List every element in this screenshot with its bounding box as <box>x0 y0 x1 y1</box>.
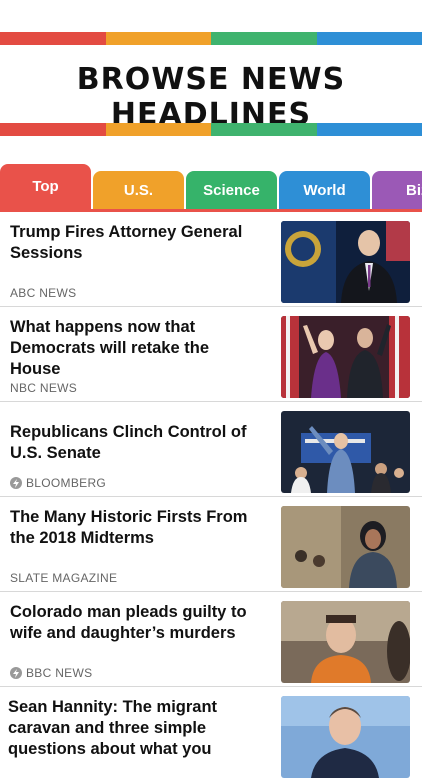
tab-label: Biz <box>406 182 422 199</box>
tab-label: Top <box>32 178 58 195</box>
story-headline: Republicans Clinch Control of U.S. Senat… <box>10 422 260 464</box>
tab-label: World <box>303 182 345 199</box>
story-source: ABC NEWS <box>10 286 76 300</box>
source-name: BBC NEWS <box>26 666 92 680</box>
stripe-orange <box>106 123 212 136</box>
source-name: ABC NEWS <box>10 286 76 300</box>
stripe-green <box>211 32 317 45</box>
story-headline: Sean Hannity: The migrant caravan and th… <box>8 697 258 760</box>
tv-host-photo <box>281 696 410 778</box>
tab-world[interactable]: World <box>279 171 370 209</box>
story-headline: The Many Historic Firsts From the 2018 M… <box>10 507 260 549</box>
politicians-celebrating-photo <box>281 316 410 398</box>
source-name: BLOOMBERG <box>26 476 106 490</box>
story-source: BLOOMBERG <box>10 476 106 490</box>
rally-crowd-photo <box>281 411 410 493</box>
page-title: BROWSE NEWS HEADLINES <box>0 62 422 132</box>
lightning-icon <box>10 667 22 679</box>
story-card[interactable]: The Many Historic Firsts From the 2018 M… <box>0 497 422 592</box>
story-headline: Trump Fires Attorney General Sessions <box>10 222 260 264</box>
courtroom-photo <box>281 601 410 683</box>
tab-us[interactable]: U.S. <box>93 171 184 209</box>
source-name: SLATE MAGAZINE <box>10 571 117 585</box>
stripe-blue <box>317 32 422 45</box>
story-card[interactable]: What happens now that Democrats will ret… <box>0 307 422 402</box>
person-at-podium-photo <box>281 221 410 303</box>
story-card[interactable]: Trump Fires Attorney General Sessions AB… <box>0 212 422 307</box>
story-card[interactable]: Sean Hannity: The migrant caravan and th… <box>0 687 422 781</box>
story-source: SLATE MAGAZINE <box>10 571 117 585</box>
story-source: BBC NEWS <box>10 666 92 680</box>
lightning-icon <box>10 477 22 489</box>
story-headline: What happens now that Democrats will ret… <box>10 317 260 380</box>
stripe-orange <box>106 32 212 45</box>
tab-biz[interactable]: Biz <box>372 171 422 209</box>
bottom-color-stripe <box>0 123 422 136</box>
candidate-portrait-photo <box>281 506 410 588</box>
tab-top[interactable]: Top <box>0 164 91 209</box>
story-source: NBC NEWS <box>10 381 77 395</box>
story-card[interactable]: Republicans Clinch Control of U.S. Senat… <box>0 402 422 497</box>
tab-science[interactable]: Science <box>186 171 277 209</box>
source-name: NBC NEWS <box>10 381 77 395</box>
stripe-red <box>0 123 106 136</box>
tab-label: U.S. <box>124 182 153 199</box>
stripe-red <box>0 32 106 45</box>
category-tabs: Top U.S. Science World Biz <box>0 164 422 212</box>
top-color-stripe <box>0 32 422 45</box>
story-card[interactable]: Colorado man pleads guilty to wife and d… <box>0 592 422 687</box>
stripe-blue <box>317 123 422 136</box>
stripe-green <box>211 123 317 136</box>
story-headline: Colorado man pleads guilty to wife and d… <box>10 602 260 644</box>
tab-label: Science <box>203 182 260 199</box>
